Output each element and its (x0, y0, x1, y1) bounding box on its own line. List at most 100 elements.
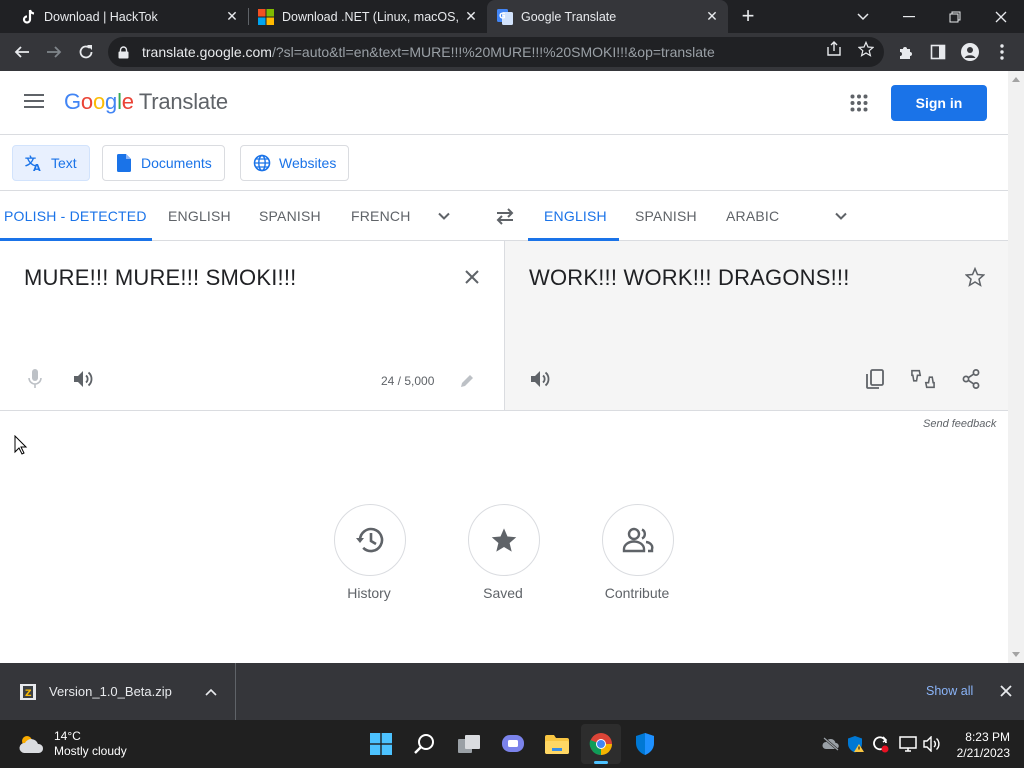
tab-title: Google Translate (521, 9, 617, 24)
side-panel-icon[interactable] (924, 38, 952, 66)
forward-icon[interactable] (40, 38, 68, 66)
onedrive-offline-icon[interactable] (822, 735, 840, 753)
display-icon[interactable] (899, 735, 917, 753)
send-feedback-link[interactable]: Send feedback (923, 418, 996, 430)
vertical-scrollbar[interactable] (1008, 71, 1024, 663)
download-filename: Version_1.0_Beta.zip (49, 684, 172, 699)
tab-title: Download | HackTok (44, 9, 158, 24)
target-lang-arabic-tab[interactable]: ARABIC (726, 191, 779, 240)
mouse-pointer-icon (14, 435, 28, 455)
chrome-icon (589, 733, 612, 755)
tab-close-icon[interactable]: ✕ (463, 8, 479, 25)
character-count: 24 / 5,000 (381, 374, 435, 388)
tab-dotnet[interactable]: Download .NET (Linux, macOS, ar ✕ (238, 0, 487, 33)
tab-strip: Download | HackTok ✕ Download .NET (Linu… (0, 0, 1024, 33)
target-lang-english-tab[interactable]: ENGLISH (544, 191, 607, 240)
tab-title: Download .NET (Linux, macOS, ar (282, 9, 463, 24)
google-apps-icon[interactable] (850, 94, 868, 112)
google-translate-logo[interactable]: Google Translate (64, 89, 228, 115)
start-button[interactable] (366, 729, 396, 759)
reload-icon[interactable] (72, 38, 100, 66)
url-text: translate.google.com/?sl=auto&tl=en&text… (142, 44, 715, 60)
source-textarea[interactable]: MURE!!! MURE!!! SMOKI!!! (24, 265, 297, 291)
chrome-taskbar-button[interactable] (586, 729, 616, 764)
bookmark-star-icon[interactable] (857, 40, 875, 58)
document-icon (115, 154, 133, 172)
zip-file-icon: Z (20, 683, 36, 700)
svg-text:Z: Z (25, 689, 32, 699)
more-source-languages-icon[interactable] (436, 208, 452, 224)
source-lang-detected-tab[interactable]: POLISH - DETECTED (4, 191, 147, 240)
taskbar-search-button[interactable] (410, 729, 440, 759)
clear-source-icon[interactable] (460, 265, 484, 289)
minimize-icon[interactable] (886, 0, 932, 33)
history-button[interactable] (334, 504, 406, 576)
sign-in-button[interactable]: Sign in (891, 85, 987, 121)
translation-modes: 文A Text Documents Websites (0, 135, 1008, 191)
back-icon[interactable] (8, 38, 36, 66)
tab-close-icon[interactable]: ✕ (704, 8, 720, 25)
people-icon (622, 527, 654, 553)
chrome-menu-icon[interactable] (988, 38, 1016, 66)
chevron-up-icon[interactable] (203, 688, 219, 696)
profile-avatar-icon[interactable] (956, 38, 984, 66)
address-bar[interactable]: translate.google.com/?sl=auto&tl=en&text… (108, 37, 884, 67)
volume-icon[interactable] (923, 735, 941, 753)
share-translation-icon[interactable] (959, 367, 983, 391)
source-lang-french-tab[interactable]: FRENCH (351, 191, 411, 240)
teams-chat-button[interactable] (498, 729, 528, 759)
weather-temperature: 14°C (54, 729, 81, 743)
microphone-icon[interactable] (23, 367, 47, 391)
saved-button[interactable] (468, 504, 540, 576)
contribute-button[interactable] (602, 504, 674, 576)
share-page-icon[interactable] (825, 40, 843, 58)
star-icon (491, 528, 517, 552)
translation-output: WORK!!! WORK!!! DRAGONS!!! (529, 265, 850, 290)
chat-icon (502, 735, 524, 752)
source-lang-english-tab[interactable]: ENGLISH (168, 191, 231, 240)
close-shelf-icon[interactable] (998, 683, 1014, 699)
language-bar: POLISH - DETECTED ENGLISH SPANISH FRENCH… (0, 191, 1008, 241)
mode-label: Documents (141, 155, 212, 171)
sync-error-icon[interactable] (871, 735, 889, 753)
weather-widget[interactable]: 14°C Mostly cloudy (18, 729, 127, 759)
system-clock[interactable]: 8:23 PM 2/21/2023 (950, 729, 1010, 761)
weather-description: Mostly cloudy (54, 744, 127, 758)
edit-pencil-icon[interactable] (455, 369, 479, 393)
listen-source-icon[interactable] (71, 367, 95, 391)
download-item[interactable]: Z Version_1.0_Beta.zip (0, 663, 236, 720)
mode-text-button[interactable]: 文A Text (12, 145, 90, 181)
main-menu-icon[interactable] (24, 93, 46, 113)
extensions-puzzle-icon[interactable] (892, 38, 920, 66)
folder-icon (545, 735, 569, 754)
listen-translation-icon[interactable] (528, 367, 552, 391)
tab-hacktok[interactable]: Download | HackTok ✕ (0, 0, 248, 33)
translate-icon: 文A (25, 154, 43, 172)
mode-websites-button[interactable]: Websites (240, 145, 350, 181)
file-explorer-button[interactable] (542, 729, 572, 759)
mode-documents-button[interactable]: Documents (102, 145, 225, 181)
copy-translation-icon[interactable] (863, 367, 887, 391)
svg-text:A: A (33, 163, 41, 172)
close-window-icon[interactable] (978, 0, 1024, 33)
new-tab-icon[interactable]: + (736, 5, 760, 29)
tab-google-translate[interactable]: G Google Translate ✕ (487, 0, 728, 33)
source-lang-spanish-tab[interactable]: SPANISH (259, 191, 321, 240)
source-text-pane[interactable]: MURE!!! MURE!!! SMOKI!!! 24 / 5,000 (0, 241, 504, 411)
tab-search-icon[interactable] (840, 0, 886, 33)
browser-toolbar: translate.google.com/?sl=auto&tl=en&text… (0, 33, 1024, 71)
save-translation-star-icon[interactable] (963, 265, 987, 289)
restore-icon[interactable] (932, 0, 978, 33)
show-all-downloads-link[interactable]: Show all (926, 684, 973, 698)
security-warning-icon[interactable] (847, 735, 865, 753)
more-target-languages-icon[interactable] (833, 208, 849, 224)
mode-label: Text (51, 155, 77, 171)
windows-taskbar: 14°C Mostly cloudy 8:23 PM 2/21/2023 (0, 720, 1024, 768)
target-lang-spanish-tab[interactable]: SPANISH (635, 191, 697, 240)
clock-date: 2/21/2023 (956, 746, 1010, 760)
task-view-button[interactable] (454, 729, 484, 759)
rate-translation-icon[interactable] (911, 367, 935, 391)
swap-languages-icon[interactable] (494, 205, 516, 227)
defender-button[interactable] (630, 729, 660, 759)
lock-icon[interactable] (118, 45, 132, 59)
